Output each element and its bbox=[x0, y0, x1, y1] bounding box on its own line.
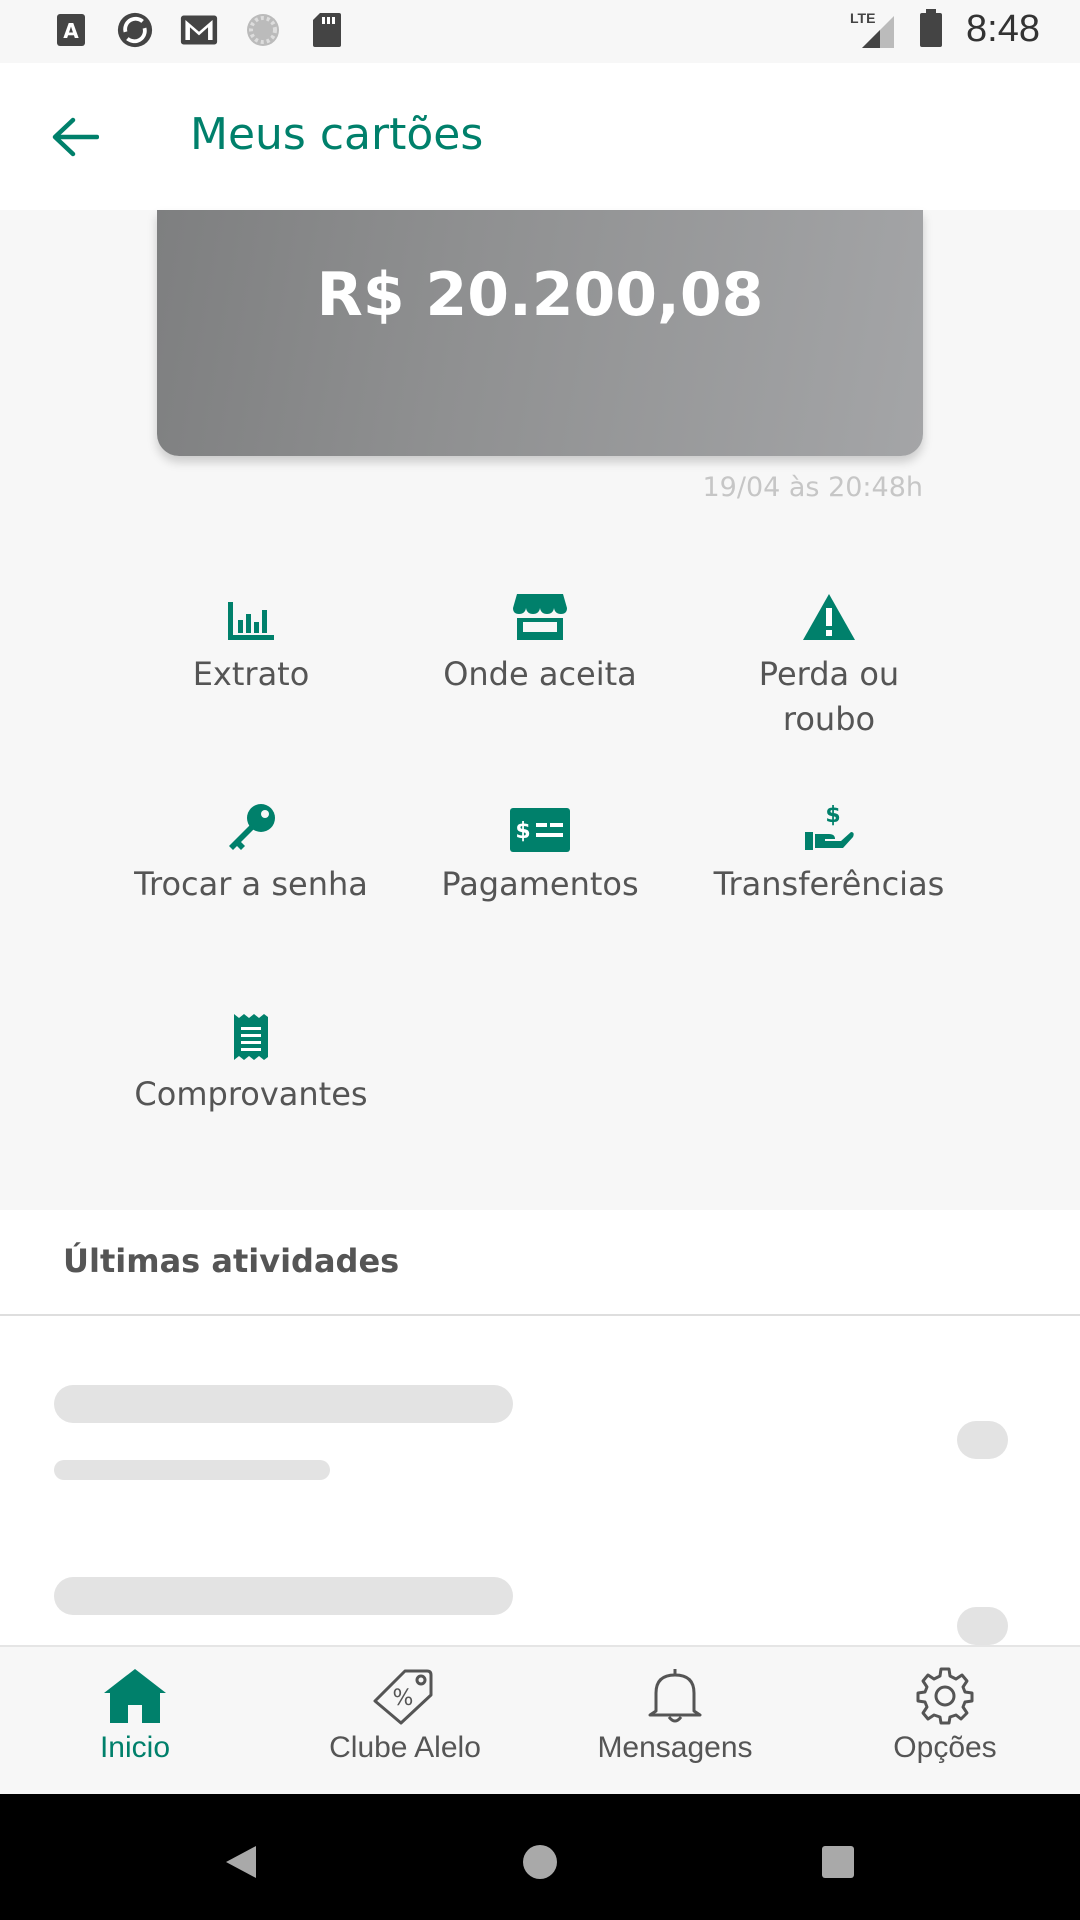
home-icon bbox=[0, 1647, 270, 1727]
latest-activities-section: Últimas atividades bbox=[0, 1210, 1080, 1645]
section-title: Últimas atividades bbox=[63, 1242, 400, 1280]
key-icon bbox=[106, 792, 396, 852]
sd-card-icon bbox=[308, 10, 346, 50]
loading-icon bbox=[244, 10, 282, 50]
action-label: Onde aceita bbox=[443, 655, 637, 693]
nav-label: Opções bbox=[893, 1731, 997, 1764]
action-trocar-senha[interactable]: Trocar a senha bbox=[106, 792, 396, 907]
bell-icon bbox=[540, 1647, 810, 1727]
svg-text:$: $ bbox=[515, 819, 530, 844]
action-label: Pagamentos bbox=[441, 865, 639, 903]
skeleton-badge bbox=[957, 1421, 1008, 1459]
nav-label: Mensagens bbox=[597, 1731, 753, 1764]
action-label: Comprovantes bbox=[134, 1075, 368, 1113]
system-status: LTE 8:48 bbox=[850, 8, 1040, 51]
system-recents-button[interactable] bbox=[808, 1832, 868, 1892]
nav-label: Clube Alelo bbox=[329, 1731, 481, 1764]
battery-icon bbox=[920, 8, 943, 51]
gear-icon bbox=[810, 1647, 1080, 1727]
hand-money-icon: $ bbox=[684, 792, 974, 852]
skeleton-line bbox=[54, 1577, 513, 1615]
nav-item-opcoes[interactable]: Opções bbox=[810, 1647, 1080, 1794]
discount-tag-icon: % bbox=[270, 1647, 540, 1727]
store-icon bbox=[395, 582, 685, 642]
svg-text:A: A bbox=[63, 19, 79, 43]
card-balance: R$ 20.200,08 bbox=[316, 260, 764, 330]
action-label: Extrato bbox=[192, 655, 310, 693]
lte-signal-icon: LTE bbox=[850, 10, 896, 50]
action-pagamentos[interactable]: $ Pagamentos bbox=[395, 792, 685, 907]
clock: 8:48 bbox=[966, 8, 1040, 50]
balance-updated-time: 19/04 às 20:48h bbox=[702, 472, 923, 503]
system-back-button[interactable] bbox=[211, 1832, 271, 1892]
arrow-left-icon bbox=[52, 117, 99, 157]
action-label: Perda ou roubo bbox=[758, 655, 900, 738]
text-notification-icon: A bbox=[52, 10, 90, 50]
bottom-navigation: Inicio % Clube Alelo Mensagens Opções bbox=[0, 1645, 1080, 1794]
gmail-icon bbox=[180, 10, 218, 50]
circle-home-icon bbox=[523, 1845, 557, 1879]
action-perda-ou-roubo[interactable]: Perda ou roubo bbox=[684, 582, 974, 742]
card-balance-panel[interactable]: R$ 20.200,08 bbox=[157, 210, 923, 456]
triangle-back-icon bbox=[226, 1846, 256, 1878]
system-home-button[interactable] bbox=[510, 1832, 570, 1892]
system-navigation-bar bbox=[0, 1794, 1080, 1920]
page-title: Meus cartões bbox=[190, 109, 484, 160]
action-label: Transferências bbox=[713, 865, 945, 903]
app-bar: Meus cartões bbox=[0, 63, 1080, 210]
svg-text:$: $ bbox=[825, 803, 840, 828]
action-comprovantes[interactable]: Comprovantes bbox=[106, 1002, 396, 1117]
warning-icon bbox=[684, 582, 974, 642]
sync-app-icon bbox=[116, 10, 154, 50]
nav-item-mensagens[interactable]: Mensagens bbox=[540, 1647, 810, 1794]
skeleton-badge bbox=[957, 1607, 1008, 1645]
square-recents-icon bbox=[822, 1846, 854, 1878]
payment-card-icon: $ bbox=[395, 792, 685, 852]
action-extrato[interactable]: Extrato bbox=[106, 582, 396, 697]
skeleton-line bbox=[54, 1460, 330, 1480]
back-button[interactable] bbox=[40, 109, 110, 165]
bar-chart-icon bbox=[106, 582, 396, 642]
nav-item-clube-alelo[interactable]: % Clube Alelo bbox=[270, 1647, 540, 1794]
svg-text:%: % bbox=[393, 1686, 414, 1711]
nav-label: Inicio bbox=[99, 1731, 171, 1764]
nav-item-inicio[interactable]: Inicio bbox=[0, 1647, 270, 1794]
action-label: Trocar a senha bbox=[134, 865, 368, 903]
notification-icons: A bbox=[52, 10, 346, 50]
action-transferencias[interactable]: $ Transferências bbox=[684, 792, 974, 907]
status-bar: A LTE 8:48 bbox=[0, 0, 1080, 63]
skeleton-line bbox=[54, 1385, 513, 1423]
receipt-icon bbox=[106, 1002, 396, 1062]
action-onde-aceita[interactable]: Onde aceita bbox=[395, 582, 685, 697]
divider bbox=[0, 1314, 1080, 1316]
